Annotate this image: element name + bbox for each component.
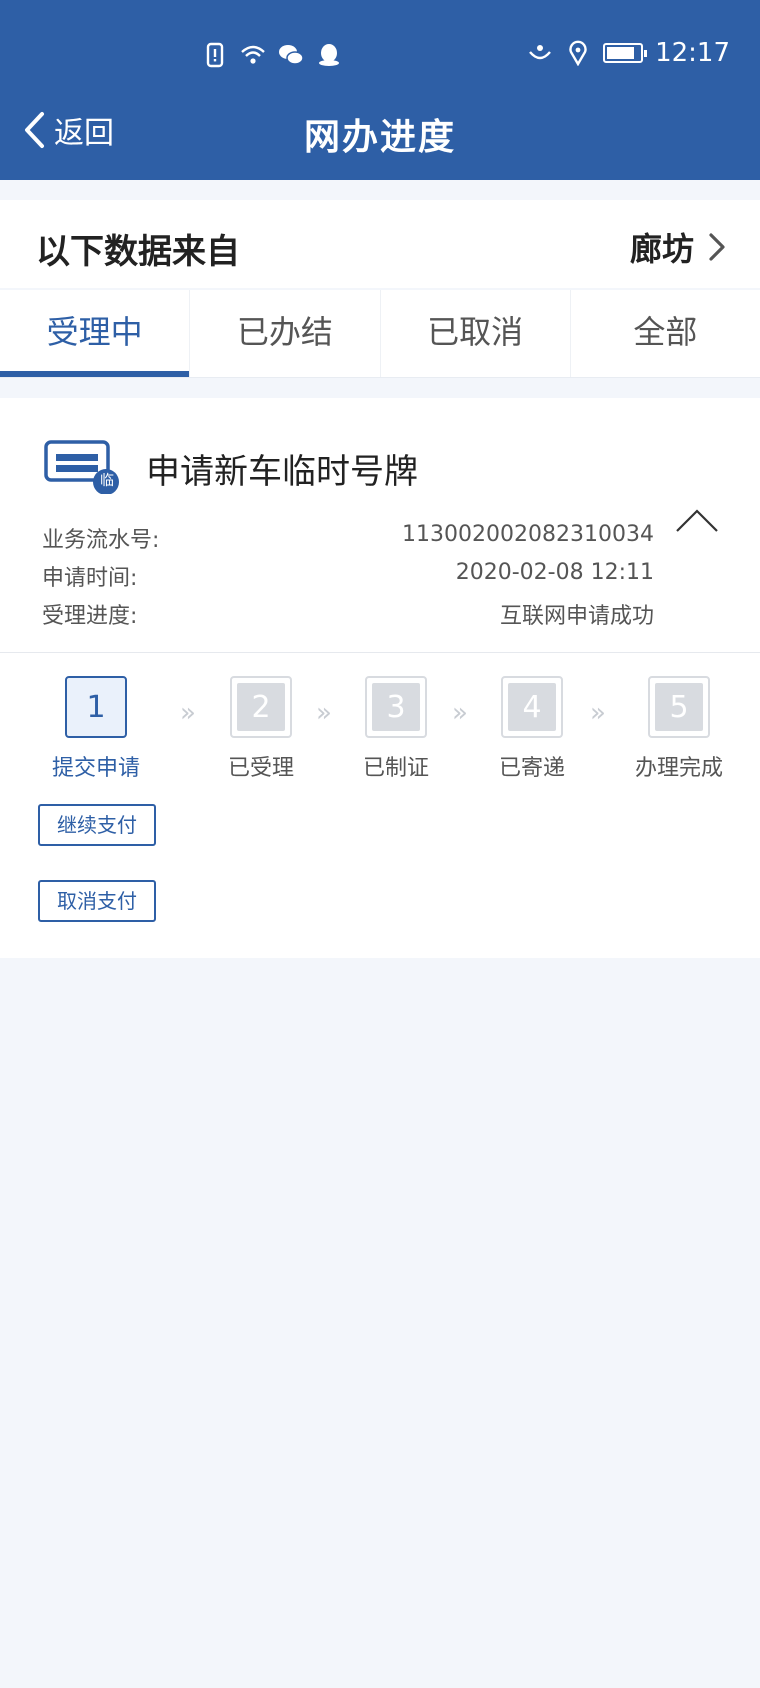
status-time: 12:17 xyxy=(655,38,730,68)
continue-payment-button[interactable]: 继续支付 xyxy=(38,804,156,846)
tab-cancelled[interactable]: 已取消 xyxy=(381,290,571,377)
step-mailed: 4 已寄递 xyxy=(467,676,597,782)
step-box: 3 xyxy=(365,676,427,738)
step-box: 5 xyxy=(648,676,710,738)
tab-all[interactable]: 全部 xyxy=(571,290,760,377)
city-name: 廊坊 xyxy=(629,230,694,268)
status-notifications xyxy=(202,42,342,68)
step-accepted: 2 已受理 xyxy=(196,676,326,782)
card-divider xyxy=(0,652,760,653)
status-system: 12:17 xyxy=(527,38,730,68)
data-source-label: 以下数据来自 xyxy=(36,232,240,272)
location-icon xyxy=(569,40,587,66)
status-tabs: 受理中 已办结 已取消 全部 xyxy=(0,290,760,378)
step-box: 1 xyxy=(65,676,127,738)
app-header: 12:17 返回 网办进度 xyxy=(0,0,760,180)
step-label: 提交申请 xyxy=(51,756,140,781)
step-done: 5 办理完成 xyxy=(614,676,744,782)
step-label: 已受理 xyxy=(227,756,294,781)
step-label: 已寄递 xyxy=(498,756,565,781)
qq-icon xyxy=(319,44,339,66)
temp-badge: 临 xyxy=(100,473,114,489)
data-source-bar: 以下数据来自 廊坊 xyxy=(0,200,760,288)
step-label: 办理完成 xyxy=(634,756,723,781)
apply-time-label: 申请时间: xyxy=(42,566,138,591)
step-number: 5 xyxy=(655,683,703,731)
serial-number-value: 113002002082310034 xyxy=(402,522,654,547)
wechat-icon xyxy=(279,45,304,65)
city-selector[interactable]: 廊坊 xyxy=(630,224,726,270)
eye-comfort-icon xyxy=(529,45,551,60)
tab-processing[interactable]: 受理中 xyxy=(0,290,191,377)
step-arrow-icon: » xyxy=(590,698,606,728)
wifi-icon xyxy=(241,45,265,64)
step-box: 2 xyxy=(230,676,292,738)
progress-label: 受理进度: xyxy=(42,604,138,629)
step-produced: 3 已制证 xyxy=(331,676,461,782)
alert-icon xyxy=(206,42,224,68)
page-title: 网办进度 xyxy=(303,117,456,158)
step-box: 4 xyxy=(501,676,563,738)
application-card: 临 申请新车临时号牌 业务流水号: 113002002082310034 申请时… xyxy=(0,398,760,958)
step-number: 1 xyxy=(86,689,106,725)
cancel-payment-button[interactable]: 取消支付 xyxy=(38,880,156,922)
step-number: 3 xyxy=(372,683,420,731)
step-arrow-icon: » xyxy=(316,698,332,728)
step-number: 4 xyxy=(508,683,556,731)
step-submit: 1 提交申请 xyxy=(31,676,161,782)
step-label: 已制证 xyxy=(362,756,429,781)
step-arrow-icon: » xyxy=(452,698,468,728)
step-number: 2 xyxy=(237,683,285,731)
tab-completed[interactable]: 已办结 xyxy=(190,290,381,377)
application-title: 申请新车临时号牌 xyxy=(146,452,418,492)
progress-value: 互联网申请成功 xyxy=(499,604,654,629)
chevron-right-icon xyxy=(709,233,725,261)
battery-icon xyxy=(603,43,648,63)
serial-number-label: 业务流水号: xyxy=(42,528,160,553)
step-arrow-icon: » xyxy=(180,698,196,728)
nav-bar: 返回 网办进度 xyxy=(0,100,760,170)
battery-level xyxy=(607,47,635,59)
status-bar: 12:17 xyxy=(0,34,760,78)
apply-time-value: 2020-02-08 12:11 xyxy=(455,560,654,585)
collapse-chevron-up-icon[interactable] xyxy=(674,506,720,534)
